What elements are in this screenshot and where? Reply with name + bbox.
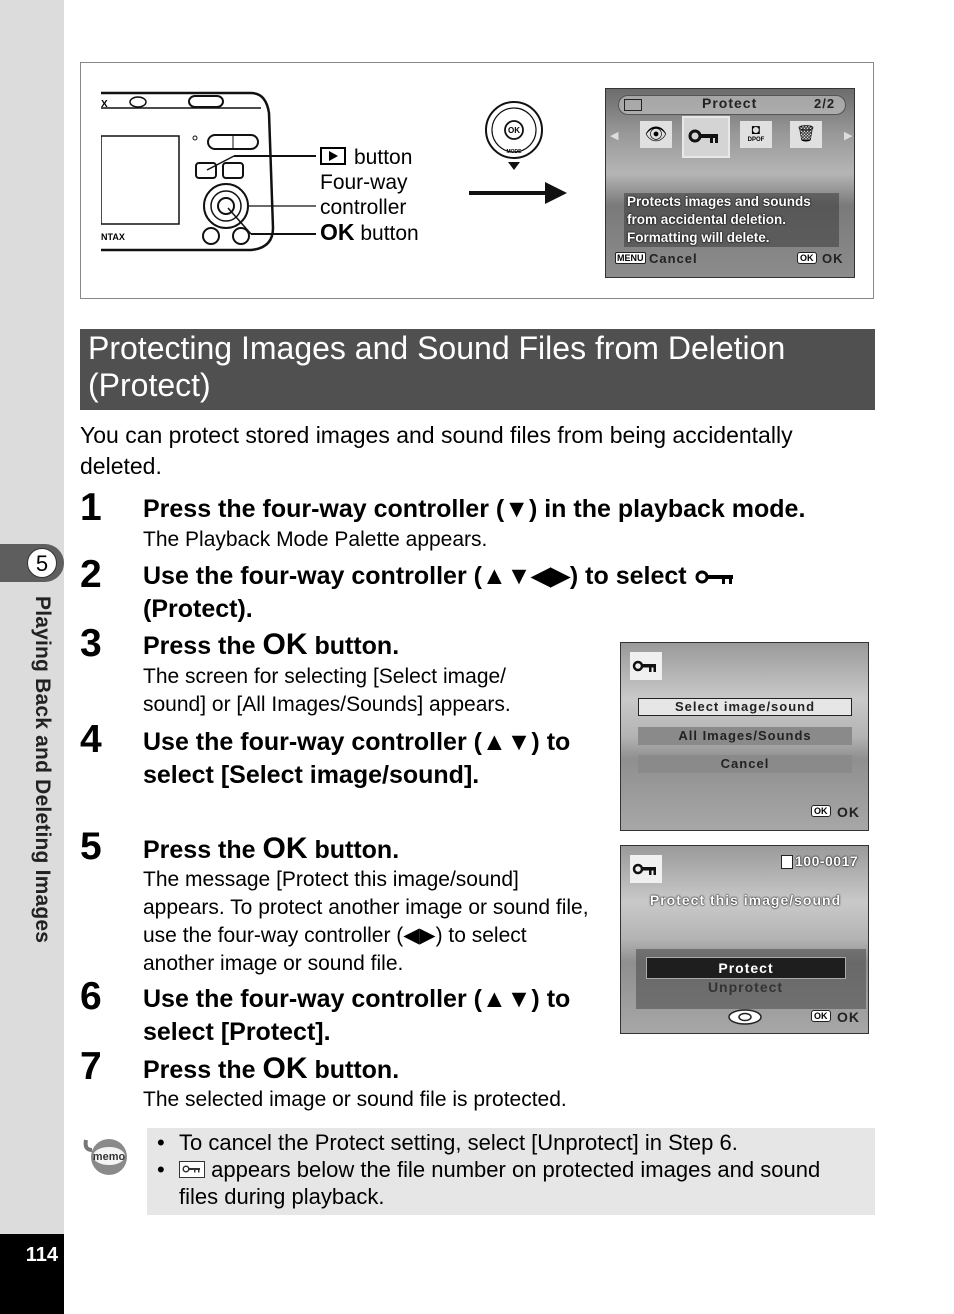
chapter-sidebar: 5 Playing Back and Deleting Images 114 [0,0,64,1314]
next-arrow-head [545,182,567,204]
step-4-number: 4 [80,718,102,761]
callout-four-way-1: Four-way [320,171,408,194]
cancel-label[interactable]: Cancel [649,251,698,266]
protect-key-icon[interactable] [682,116,730,158]
palette-description: Protects images and sounds from accident… [624,193,839,247]
page-number: 114 [25,1244,58,1266]
callout-ok-button: OK button [320,219,419,246]
section-intro: You can protect stored images and sound … [80,422,793,479]
step-4-heading: Use the four-way controller (▲▼) to sele… [143,728,571,789]
ok-button-label: OK [262,628,308,661]
ok-key[interactable]: OK [797,252,817,264]
playback-icon [320,147,346,165]
option-all-images-sounds[interactable]: All Images/Sounds [638,727,852,745]
protect-key-icon [630,652,662,680]
step-3-heading: Press the OK button. [143,628,400,661]
down-arrow-icon [508,162,520,170]
option-select-image-sound[interactable]: Select image/sound [638,698,852,716]
step-1-number: 1 [80,486,102,529]
delete-icon[interactable]: 🗑 [790,121,822,148]
memo-bullet: • To cancel the Protect setting, select [… [157,1130,738,1155]
next-arrow-shaft [469,191,549,195]
palette-page: 2/2 [814,96,836,111]
option-cancel[interactable]: Cancel [638,755,852,773]
chapter-title: Playing Back and Deleting Images [31,596,54,944]
step-6-number: 6 [80,975,102,1018]
palette-title: Protect [702,95,758,111]
option-protect[interactable]: Protect [646,957,846,979]
button-callouts: button Four-way controller OK button [320,145,419,246]
step-7-heading: Press the OK button. [143,1052,400,1085]
option-unprotect[interactable]: Unprotect [621,979,868,995]
protect-confirm-screen: 100-0017 Protect this image/sound Protec… [620,845,869,1034]
step-2-number: 2 [80,553,102,596]
palette-screen: Protect 2/2 ◀ ▶ 👁 ◘ DPOF 🗑 Protects imag… [605,88,855,278]
step-5-number: 5 [80,825,102,868]
svg-text:OK: OK [508,126,520,135]
protect-key-icon [630,855,662,883]
svg-text:memo: memo [93,1151,126,1163]
chapter-number: 5 [27,548,57,578]
palette-playback-icon [624,99,642,111]
ok-label[interactable]: OK [837,804,860,820]
protect-key-icon [695,570,733,584]
section-title: Protecting Images and Sound Files from D… [80,329,875,410]
palette-left-arrow-icon: ◀ [610,130,619,142]
step-6-heading: Use the four-way controller (▲▼) to sele… [143,985,571,1046]
ok-label[interactable]: OK [822,251,844,266]
camera-back-illustration: X NTAX [101,91,316,252]
palette-right-arrow-icon: ▶ [844,130,853,142]
camera-figure: X NTAX button Four-way controller OK but… [80,62,874,299]
dial-icon [728,1009,762,1025]
four-way-controller-diagram: OK MODE [469,101,567,204]
svg-text:X: X [101,99,108,110]
memo-box: • To cancel the Protect setting, select [… [147,1128,875,1215]
dpof-icon[interactable]: ◘ DPOF [740,121,772,148]
camera-brand: NTAX [101,232,125,242]
ok-label[interactable]: OK [837,1009,860,1025]
ok-key[interactable]: OK [811,1010,831,1022]
svg-text:MODE: MODE [507,149,523,155]
step-7-body: The selected image or sound file is prot… [143,1088,567,1111]
step-3-number: 3 [80,622,102,665]
memo-bullet: • appears below the file number on prote… [157,1157,821,1209]
ok-key[interactable]: OK [811,805,831,817]
file-icon [781,855,793,869]
step-5-body: The message [Protect this image/sound] a… [143,868,589,975]
protect-message: Protect this image/sound [649,892,842,908]
step-5-heading: Press the OK button. [143,832,400,865]
step-3-body: The screen for selecting [Select image/ … [143,665,511,716]
callout-four-way-2: controller [320,196,407,219]
memo-icon: memo [83,1139,127,1175]
step-1-heading: Press the four-way controller (▼) in the… [143,495,806,523]
file-number: 100-0017 [795,853,859,869]
red-eye-edit-icon[interactable]: 👁 [640,121,672,148]
step-1-body: The Playback Mode Palette appears. [143,528,488,551]
step-2-heading: Use the four-way controller (▲▼◀▶) to se… [143,560,843,626]
ok-button-label: OK [262,832,308,865]
ok-button-label: OK [262,1052,308,1085]
step-7-number: 7 [80,1045,102,1088]
select-mode-screen: Select image/sound All Images/Sounds Can… [620,642,869,831]
callout-playback-button: button [320,145,419,170]
protect-key-icon [179,1161,205,1178]
menu-key[interactable]: MENU [615,252,646,264]
